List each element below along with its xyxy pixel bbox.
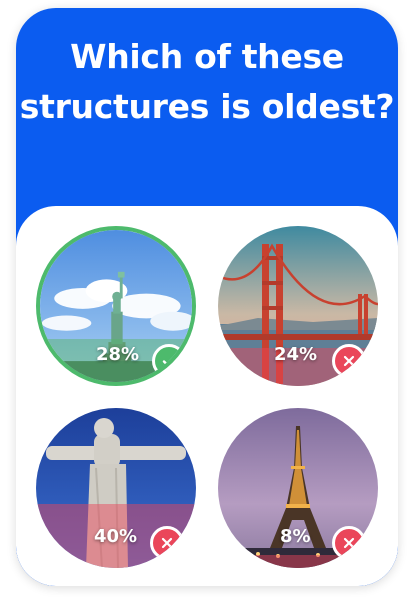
answer-option-eiffel-tower[interactable]: 8% [218,408,378,568]
correct-badge [152,344,186,378]
vote-percentage: 8% [280,526,311,547]
check-icon [162,356,176,367]
wrong-badge [150,526,184,560]
vote-percentage: 28% [96,344,140,365]
vote-percentage: 24% [274,344,318,365]
vote-percentage: 40% [94,526,138,547]
close-icon [343,355,355,367]
answer-option-golden-gate-bridge[interactable]: 24% [218,226,378,386]
close-icon [161,537,173,549]
wrong-badge [332,526,366,560]
answer-option-statue-of-liberty[interactable]: 28% [36,226,196,386]
answer-panel: 28% 24% 40% 8% [16,206,398,586]
question-title: Which of these structures is oldest? [19,37,395,126]
answer-option-christ-the-redeemer[interactable]: 40% [36,408,196,568]
close-icon [343,537,355,549]
wrong-badge [332,344,366,378]
quiz-card: Which of these structures is oldest? 28%… [16,8,398,586]
